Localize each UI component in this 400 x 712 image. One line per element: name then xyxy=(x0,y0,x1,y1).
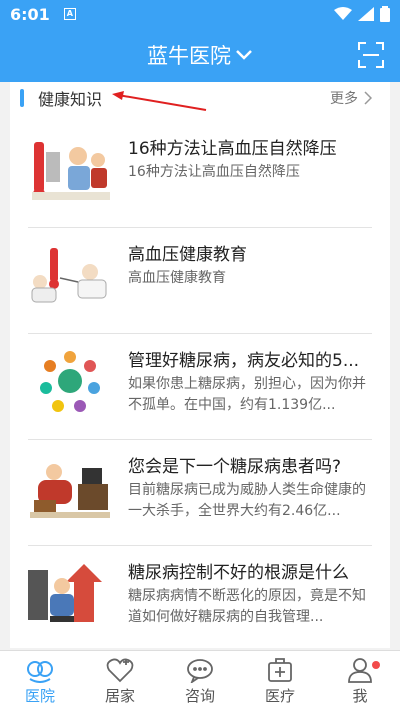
bottom-nav: 医院 居家 咨询 医疗 我 xyxy=(0,650,400,712)
article-desc: 16种方法让高血压自然降压 xyxy=(128,164,300,180)
hospital-selector[interactable]: 蓝牛医院 xyxy=(147,40,231,70)
nav-label: 咨询 xyxy=(184,687,215,705)
article-title: 高血压健康教育 xyxy=(128,245,247,265)
user-icon xyxy=(348,658,372,683)
battery-icon xyxy=(380,6,390,22)
status-time: 6:01 xyxy=(10,4,50,24)
article-item[interactable]: 高血压健康教育 高血压健康教育 xyxy=(28,228,372,334)
nav-hospital[interactable]: 医院 xyxy=(0,651,80,712)
nav-label: 我 xyxy=(352,687,368,705)
chevron-down-icon[interactable] xyxy=(235,49,253,61)
medical-kit-icon xyxy=(268,658,292,682)
nav-home[interactable]: 居家 xyxy=(80,651,160,712)
article-item[interactable]: 糖尿病控制不好的根源是什么 糖尿病病情不断恶化的原因，竟是不知道如何做好糖尿病的… xyxy=(28,546,372,648)
nav-consult[interactable]: 咨询 xyxy=(160,651,240,712)
wifi-icon xyxy=(334,7,352,20)
nav-medical[interactable]: 医疗 xyxy=(240,651,320,712)
chat-icon xyxy=(187,659,213,683)
more-link[interactable]: 更多 xyxy=(330,88,372,108)
section-header: 健康知识 更多 xyxy=(10,82,390,114)
nav-label: 医疗 xyxy=(264,687,295,705)
article-title: 您会是下一个糖尿病患者吗? xyxy=(128,457,342,477)
section-title: 健康知识 xyxy=(38,90,103,109)
signal-icon xyxy=(358,7,374,21)
article-desc: 目前糖尿病已成为威胁人类生命健康的一大杀手，全世界大约有2.46亿... xyxy=(128,482,366,519)
article-thumbnail xyxy=(40,351,100,412)
notification-a-icon: A xyxy=(63,8,76,20)
article-thumbnail xyxy=(31,248,107,303)
article-item[interactable]: 管理好糖尿病，病友必知的5... 如果你患上糖尿病，别担心，因为你并不孤单。在中… xyxy=(28,334,372,440)
hospital-icon xyxy=(27,661,53,683)
article-thumbnail xyxy=(30,464,110,518)
nav-me[interactable]: 我 xyxy=(320,651,400,712)
article-title: 糖尿病控制不好的根源是什么 xyxy=(128,563,349,583)
status-icons xyxy=(334,6,390,22)
article-title: 16种方法让高血压自然降压 xyxy=(128,139,337,159)
home-heart-icon xyxy=(106,658,134,683)
article-desc: 高血压健康教育 xyxy=(128,270,226,286)
chevron-right-icon xyxy=(364,91,372,105)
health-knowledge-card: 健康知识 更多 16种方法让高血压自然降压 16种方法让高血压自然降压 高血压健… xyxy=(10,82,390,648)
article-thumbnail xyxy=(28,564,102,622)
nav-label: 医院 xyxy=(24,687,55,705)
article-item[interactable]: 16种方法让高血压自然降压 16种方法让高血压自然降压 xyxy=(28,122,372,228)
status-bar: 6:01 A xyxy=(0,0,400,28)
article-title: 管理好糖尿病，病友必知的5... xyxy=(128,351,360,371)
scan-icon[interactable] xyxy=(358,42,384,68)
more-label: 更多 xyxy=(330,91,358,107)
article-desc: 糖尿病病情不断恶化的原因，竟是不知道如何做好糖尿病的自我管理... xyxy=(128,588,366,625)
nav-label: 居家 xyxy=(104,687,135,705)
section-accent-bar xyxy=(20,89,24,107)
annotation-arrow-icon xyxy=(112,91,207,111)
article-thumbnail xyxy=(32,142,110,200)
notification-badge xyxy=(372,661,380,669)
article-desc: 如果你患上糖尿病，别担心，因为你并不孤单。在中国，约有1.139亿... xyxy=(128,376,366,413)
app-header: 蓝牛医院 xyxy=(0,28,400,82)
article-item[interactable]: 您会是下一个糖尿病患者吗? 目前糖尿病已成为威胁人类生命健康的一大杀手，全世界大… xyxy=(28,440,372,546)
